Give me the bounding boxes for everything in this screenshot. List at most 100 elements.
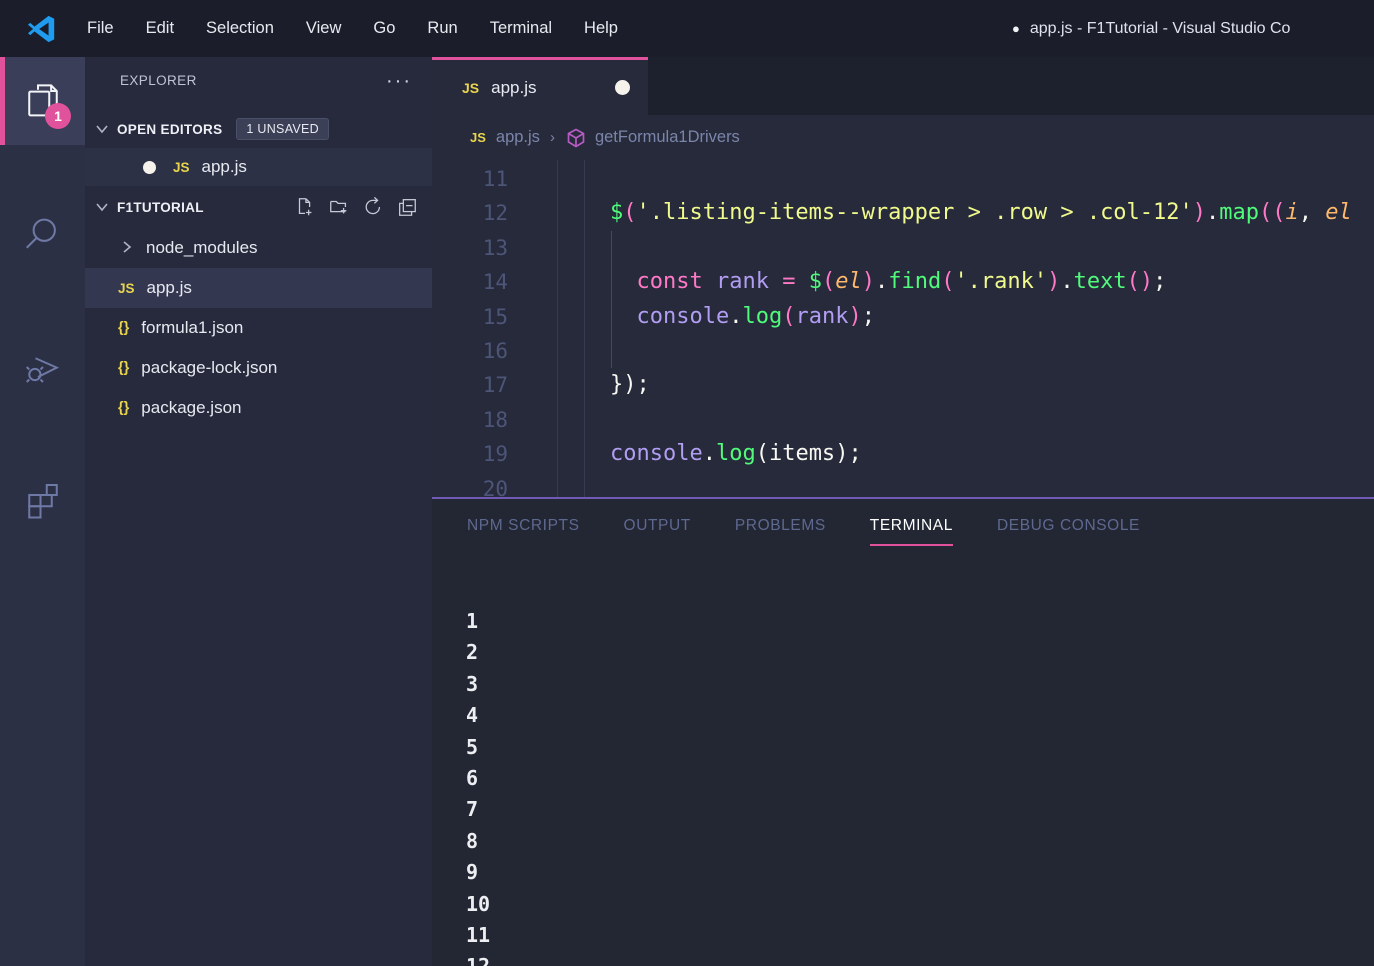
workspace-section[interactable]: F1TUTORIAL — [85, 188, 432, 226]
code-line[interactable]: 20 — [432, 472, 1374, 497]
breadcrumb-separator-icon: › — [550, 129, 555, 146]
panel-tab-output[interactable]: OUTPUT — [624, 517, 691, 546]
chevron-down-icon — [93, 120, 111, 138]
new-folder-icon[interactable] — [328, 196, 350, 218]
terminal-line: 5 — [466, 732, 1374, 763]
js-file-icon: JS — [118, 281, 135, 296]
search-icon — [23, 214, 63, 254]
tree-item-formula1json[interactable]: {} formula1.json — [85, 308, 432, 348]
menu-file[interactable]: File — [71, 0, 130, 57]
terminal-line: 7 — [466, 794, 1374, 825]
run-debug-icon — [23, 347, 63, 387]
line-number: 13 — [432, 231, 508, 265]
tree-item-node-modules[interactable]: node_modules — [85, 228, 432, 268]
js-file-icon: JS — [173, 160, 190, 175]
file-tree: node_modules JS app.js {} formula1.json … — [85, 228, 432, 428]
refresh-icon[interactable] — [362, 196, 384, 218]
tree-item-packagejson[interactable]: {} package.json — [85, 388, 432, 428]
tab-appjs[interactable]: JS app.js — [432, 57, 648, 115]
code-line[interactable]: 17 }); — [432, 368, 1374, 402]
code-text — [508, 472, 557, 497]
bottom-panel: NPM SCRIPTS OUTPUT PROBLEMS TERMINAL DEB… — [432, 497, 1374, 966]
code-line[interactable]: 16 — [432, 334, 1374, 368]
panel-tab-problems[interactable]: PROBLEMS — [735, 517, 826, 546]
panel-tab-npm-scripts[interactable]: NPM SCRIPTS — [467, 517, 580, 546]
menu-go[interactable]: Go — [357, 0, 411, 57]
new-file-icon[interactable] — [294, 196, 316, 218]
json-file-icon: {} — [118, 400, 129, 416]
code-text: console.log(items); — [508, 437, 862, 471]
active-indent-guide — [611, 231, 612, 368]
line-number: 18 — [432, 403, 508, 437]
code-text — [508, 403, 557, 437]
breadcrumb-file[interactable]: app.js — [496, 128, 540, 147]
code-text — [508, 231, 557, 265]
json-file-icon: {} — [118, 360, 129, 376]
vscode-window: File Edit Selection View Go Run Terminal… — [0, 0, 1374, 966]
code-text: const rank = $(el).find('.rank').text(); — [508, 265, 1166, 299]
panel-tab-terminal[interactable]: TERMINAL — [870, 517, 953, 546]
code-line[interactable]: 13 — [432, 231, 1374, 265]
open-editors-section[interactable]: OPEN EDITORS 1 UNSAVED — [85, 110, 432, 148]
titlebar: File Edit Selection View Go Run Terminal… — [0, 0, 1374, 57]
workspace-label: F1TUTORIAL — [117, 200, 204, 215]
terminal-output[interactable]: 123456789101112 — [432, 606, 1374, 966]
panel-tab-debug-console[interactable]: DEBUG CONSOLE — [997, 517, 1140, 546]
activity-extensions-button[interactable] — [0, 456, 85, 544]
js-file-icon: JS — [462, 80, 479, 96]
activity-run-debug-button[interactable] — [0, 323, 85, 411]
code-line[interactable]: 19 console.log(items); — [432, 437, 1374, 471]
menu-bar: File Edit Selection View Go Run Terminal… — [71, 0, 634, 57]
modified-dot-icon: ● — [1012, 21, 1020, 36]
menu-selection[interactable]: Selection — [190, 0, 290, 57]
menu-terminal[interactable]: Terminal — [474, 0, 568, 57]
line-number: 14 — [432, 265, 508, 299]
terminal-line: 6 — [466, 763, 1374, 794]
symbol-cube-icon — [565, 127, 587, 149]
code-editor[interactable]: 1112 $('.listing-items--wrapper > .row >… — [432, 160, 1374, 497]
activity-explorer-button[interactable]: 1 — [0, 57, 85, 145]
code-line[interactable]: 12 $('.listing-items--wrapper > .row > .… — [432, 196, 1374, 230]
modified-dot-icon[interactable] — [143, 161, 156, 174]
activity-search-button[interactable] — [0, 190, 85, 278]
terminal-line: 4 — [466, 700, 1374, 731]
panel-tab-bar: NPM SCRIPTS OUTPUT PROBLEMS TERMINAL DEB… — [432, 499, 1374, 546]
js-file-icon: JS — [470, 130, 486, 145]
more-actions-icon[interactable]: ··· — [386, 76, 412, 86]
line-number: 17 — [432, 368, 508, 402]
open-editors-label: OPEN EDITORS — [117, 122, 222, 137]
terminal-line: 2 — [466, 637, 1374, 668]
line-number: 15 — [432, 300, 508, 334]
explorer-sidebar: EXPLORER ··· OPEN EDITORS 1 UNSAVED JS a… — [85, 57, 432, 966]
terminal-line: 8 — [466, 826, 1374, 857]
line-number: 19 — [432, 437, 508, 471]
code-line[interactable]: 14 const rank = $(el).find('.rank').text… — [432, 265, 1374, 299]
code-line[interactable]: 11 — [432, 162, 1374, 196]
unsaved-dot-icon[interactable] — [615, 80, 630, 95]
terminal-line: 9 — [466, 857, 1374, 888]
tree-item-package-lock[interactable]: {} package-lock.json — [85, 348, 432, 388]
line-number: 20 — [432, 472, 508, 497]
terminal-line: 3 — [466, 669, 1374, 700]
chevron-down-icon — [93, 198, 111, 216]
code-line[interactable]: 18 — [432, 403, 1374, 437]
breadcrumb: JS app.js › getFormula1Drivers — [432, 115, 1374, 160]
code-text — [508, 162, 557, 196]
open-editor-appjs[interactable]: JS app.js — [85, 148, 432, 186]
breadcrumb-symbol[interactable]: getFormula1Drivers — [595, 128, 740, 147]
code-line[interactable]: 15 console.log(rank); — [432, 300, 1374, 334]
code-text: console.log(rank); — [508, 300, 875, 334]
terminal-line: 12 — [466, 951, 1374, 966]
menu-help[interactable]: Help — [568, 0, 634, 57]
code-text — [508, 334, 557, 368]
json-file-icon: {} — [118, 320, 129, 336]
extensions-icon — [23, 480, 63, 520]
menu-edit[interactable]: Edit — [130, 0, 190, 57]
tree-item-appjs[interactable]: JS app.js — [85, 268, 432, 308]
line-number: 11 — [432, 162, 508, 196]
editor-tab-bar: JS app.js — [432, 57, 1374, 115]
menu-run[interactable]: Run — [411, 0, 473, 57]
menu-view[interactable]: View — [290, 0, 357, 57]
code-text: }); — [508, 368, 650, 402]
collapse-all-icon[interactable] — [396, 196, 418, 218]
